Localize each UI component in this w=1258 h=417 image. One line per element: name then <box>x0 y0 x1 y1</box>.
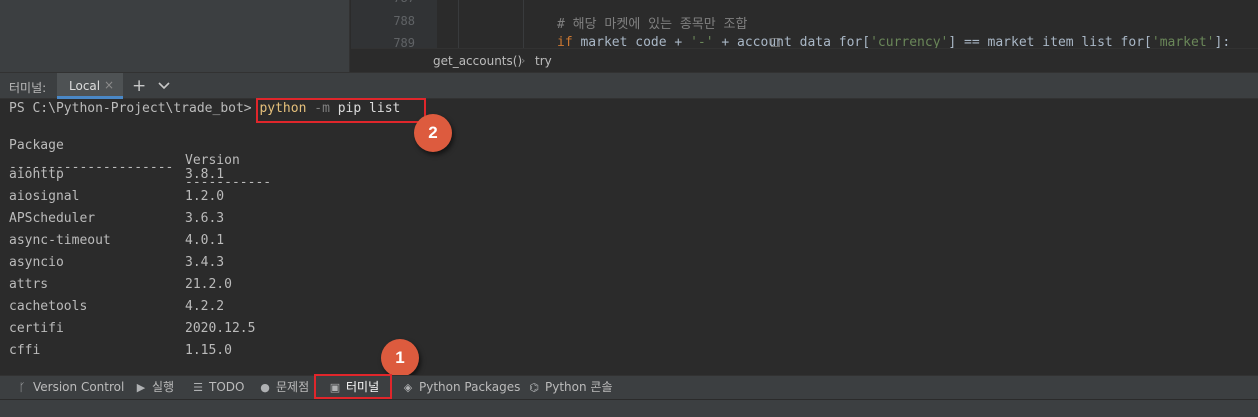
tool-window-version-control[interactable]: ᚴ Version Control <box>16 376 125 399</box>
breadcrumb-item-try[interactable]: try <box>535 54 552 68</box>
indent-guide <box>523 0 524 48</box>
highlight-box-command <box>256 98 426 123</box>
package-name: asyncio <box>9 255 64 270</box>
tool-window-label: 문제점 <box>276 380 310 394</box>
package-name: cachetools <box>9 299 88 314</box>
column-header-version: Version <box>185 153 240 168</box>
terminal-title: 터미널: <box>9 81 47 95</box>
package-version: 1.2.0 <box>185 189 225 204</box>
package-version: 1.15.0 <box>185 343 232 358</box>
breadcrumb-item-get-accounts[interactable]: get_accounts() <box>433 54 522 68</box>
line-number-gutter: 787 788 789 <box>351 0 780 50</box>
package-version: 3.8.1 <box>185 167 225 182</box>
tool-window-problems[interactable]: ● 문제점 <box>259 376 309 399</box>
line-number: 787 <box>351 0 415 5</box>
terminal-header: 터미널: Local × + <box>0 72 1258 99</box>
annotation-badge-2: 2 <box>414 114 452 152</box>
tool-window-python-console[interactable]: ⌬ Python 콘솔 <box>528 376 613 399</box>
tab-label: Local <box>69 79 101 93</box>
terminal-output[interactable]: PS C:\Python-Project\trade_bot> python -… <box>0 98 1258 377</box>
table-divider: --------------------- ----------- <box>9 145 271 190</box>
new-tab-plus-icon[interactable]: + <box>132 76 146 96</box>
tool-window-todo[interactable]: ☰ TODO <box>192 376 244 399</box>
code-comment[interactable]: # 해당 마켓에 있는 종목만 조합 <box>557 13 747 32</box>
package-name: cffi <box>9 343 41 358</box>
package-name: APScheduler <box>9 211 96 226</box>
package-version: 21.2.0 <box>185 277 232 292</box>
project-pane <box>0 0 350 72</box>
breadcrumb-separator-icon: › <box>521 54 526 67</box>
prompt-path: PS C:\Python-Project\trade_bot> <box>9 101 260 116</box>
package-name: aiosignal <box>9 189 80 204</box>
package-version: 4.0.1 <box>185 233 225 248</box>
branch-icon: ᚴ <box>18 381 26 394</box>
table-header: Package Version <box>9 123 240 168</box>
package-version: 2020.12.5 <box>185 321 256 336</box>
python-icon: ⌬ <box>529 381 539 394</box>
problems-icon: ● <box>260 381 270 394</box>
annotation-badge-1: 1 <box>381 339 419 377</box>
run-icon: ▶ <box>136 381 146 394</box>
package-version: 4.2.2 <box>185 299 225 314</box>
highlight-box-terminal <box>314 374 392 399</box>
line-number: 788 <box>393 14 415 28</box>
status-bar <box>0 399 1258 417</box>
tool-window-label: 실행 <box>152 380 175 394</box>
package-version: 3.4.3 <box>185 255 225 270</box>
breadcrumb: get_accounts() › try <box>351 48 1258 72</box>
package-name: aiohttp <box>9 167 64 182</box>
tool-window-bar: ᚴ Version Control ▶ 실행 ☰ TODO ● 문제점 ▣ 터미널 ◈ Py… <box>0 374 1258 399</box>
package-name: async-timeout <box>9 233 111 248</box>
package-name: attrs <box>9 277 49 292</box>
package-name: certifi <box>9 321 64 336</box>
todo-list-icon: ☰ <box>193 381 203 394</box>
chevron-down-icon[interactable] <box>157 79 171 93</box>
tool-window-label: Python Packages <box>419 380 521 394</box>
close-icon[interactable]: × <box>104 78 114 92</box>
package-version: 3.6.3 <box>185 211 225 226</box>
editor-area: 787 788 789 # 해당 마켓에 있는 종목만 조합 if market… <box>0 0 1258 72</box>
tool-window-label: Version Control <box>33 380 125 394</box>
tool-window-run[interactable]: ▶ 실행 <box>135 376 174 399</box>
tab-local[interactable]: Local × <box>57 73 123 99</box>
tool-window-python-packages[interactable]: ◈ Python Packages <box>402 376 521 399</box>
tool-window-label: TODO <box>209 380 245 394</box>
indent-guide <box>458 0 459 48</box>
layers-icon: ◈ <box>403 381 413 394</box>
tool-window-label: Python 콘솔 <box>545 380 613 394</box>
